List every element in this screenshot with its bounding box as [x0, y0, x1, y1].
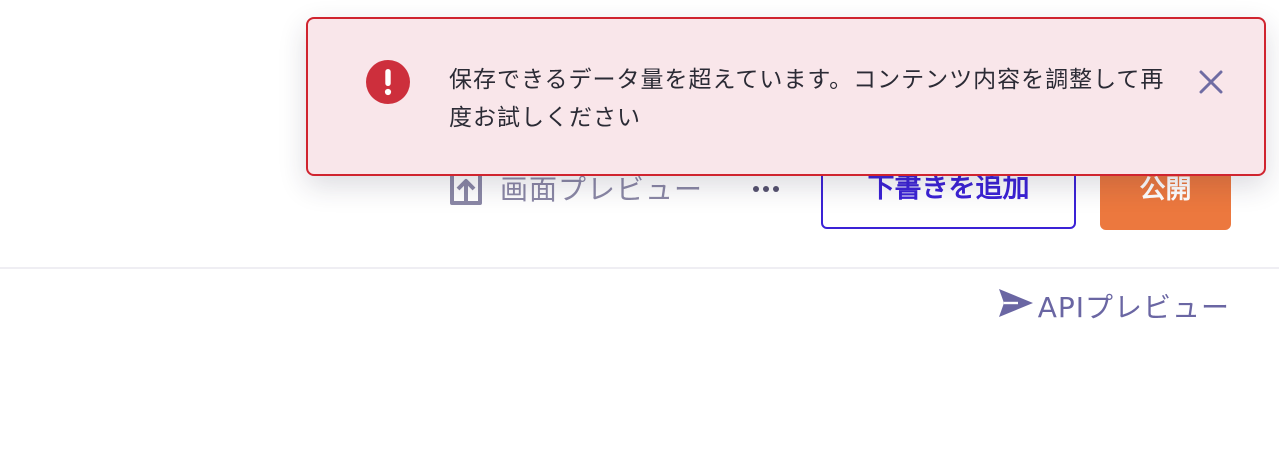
error-toast: 保存できるデータ量を超えています。コンテンツ内容を調整して再度お試しください: [306, 17, 1266, 176]
close-icon[interactable]: [1196, 67, 1226, 97]
api-preview-label: APIプレビュー: [1037, 291, 1230, 324]
send-icon: [998, 287, 1034, 326]
toolbar-divider: [0, 267, 1279, 269]
api-preview-button[interactable]: APIプレビュー: [998, 286, 1230, 326]
toast-message: 保存できるデータ量を超えています。コンテンツ内容を調整して再度お試しください: [449, 67, 1165, 131]
more-options-button[interactable]: [748, 174, 784, 204]
error-circle-icon: [365, 59, 411, 105]
more-horizontal-icon: [753, 186, 759, 192]
